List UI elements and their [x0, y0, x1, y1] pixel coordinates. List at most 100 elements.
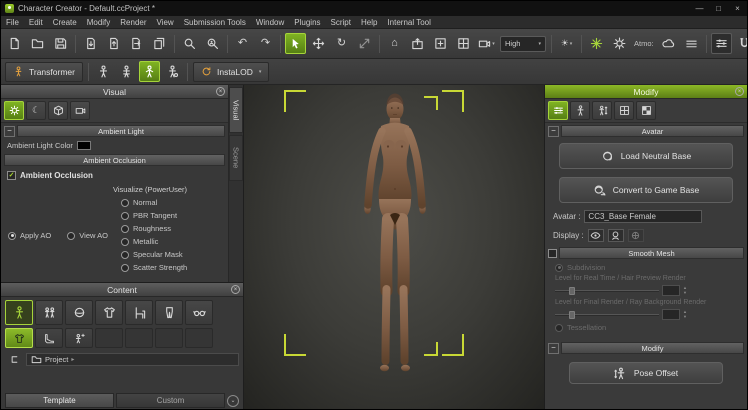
atmo-sky-button[interactable] — [658, 33, 679, 54]
edit-pose-button[interactable] — [139, 61, 160, 82]
visual-effects-button[interactable] — [586, 33, 607, 54]
tab-template[interactable]: Template — [5, 393, 114, 408]
transformer-button[interactable]: Transformer — [5, 62, 83, 82]
menu-item-create[interactable]: Create — [48, 16, 82, 29]
load-neutral-base-button[interactable]: Load Neutral Base — [559, 143, 733, 169]
category-pants-button[interactable] — [155, 300, 183, 325]
convert-to-game-base-button[interactable]: Convert to Game Base — [559, 177, 733, 203]
preference-sliders-button[interactable] — [711, 33, 732, 54]
collapse-minus-icon[interactable]: − — [548, 126, 559, 137]
zoom-to-avatar-button[interactable] — [202, 33, 223, 54]
tab-scene[interactable]: Scene — [229, 135, 243, 181]
content-filter-button[interactable]: ⌄ — [227, 395, 239, 407]
import-content-button[interactable] — [80, 33, 101, 54]
visualize-radio-normal[interactable]: Normal — [121, 198, 187, 207]
menu-item-window[interactable]: Window — [251, 16, 289, 29]
ambient-light-color-swatch[interactable] — [77, 141, 91, 150]
character-pose-button[interactable] — [93, 61, 114, 82]
menu-item-help[interactable]: Help — [356, 16, 382, 29]
move-tool-button[interactable] — [308, 33, 329, 54]
visual-panel-header[interactable]: Visual × — [1, 85, 228, 99]
rotate-tool-button[interactable]: ↻ — [331, 33, 352, 54]
snap-magnet-button[interactable] — [734, 33, 748, 54]
minimize-button[interactable]: — — [690, 1, 709, 16]
category-skin-button[interactable] — [65, 300, 93, 325]
zoom-to-object-button[interactable] — [179, 33, 200, 54]
menu-item-view[interactable]: View — [152, 16, 179, 29]
modify-material-button[interactable] — [636, 101, 656, 120]
ambient-occlusion-checkbox[interactable]: ✓ — [7, 171, 16, 180]
atmosphere-settings-button[interactable] — [609, 33, 630, 54]
viewport-3d[interactable] — [244, 85, 544, 410]
ambient-light-section-bar[interactable]: Ambient Light — [17, 125, 225, 137]
menu-item-render[interactable]: Render — [115, 16, 151, 29]
display-head-toggle[interactable] — [608, 229, 624, 242]
menu-item-edit[interactable]: Edit — [24, 16, 48, 29]
atmo-fog-button[interactable] — [681, 33, 702, 54]
modify-bones-button[interactable] — [570, 101, 590, 120]
scene-props-button[interactable] — [48, 101, 68, 120]
render-settings-button[interactable] — [4, 101, 24, 120]
redo-button[interactable]: ↷ — [255, 33, 276, 54]
smooth-mesh-section-bar[interactable]: Smooth Mesh — [559, 247, 744, 259]
pivot-edit-button[interactable] — [162, 61, 183, 82]
instalod-button[interactable]: InstaLOD ▾ — [193, 62, 269, 82]
content-panel-header[interactable]: Content × — [1, 283, 243, 297]
view-ao-radio[interactable]: View AO — [67, 231, 108, 240]
render-preview-button[interactable]: ▾ — [476, 33, 497, 54]
home-view-button[interactable]: ⌂ — [384, 33, 405, 54]
collapse-minus-icon[interactable]: − — [548, 343, 559, 354]
pack-project-button[interactable] — [149, 33, 170, 54]
edit-mesh-button[interactable] — [116, 61, 137, 82]
content-panel-close-icon[interactable]: × — [231, 285, 240, 294]
category-accessory-button[interactable] — [185, 300, 213, 325]
maximize-button[interactable]: □ — [709, 1, 728, 16]
smooth-mesh-checkbox[interactable] — [548, 249, 557, 258]
preview-lighting-button[interactable]: ☀ ▾ — [556, 33, 577, 54]
subcategory-selected-button[interactable] — [5, 328, 33, 348]
collapse-minus-icon[interactable]: − — [4, 126, 15, 137]
modify-adjust-button[interactable] — [548, 101, 568, 120]
quality-dropdown[interactable]: High ▾ — [500, 36, 546, 52]
menu-item-internal-tool[interactable]: Internal Tool — [382, 16, 435, 29]
menu-item-file[interactable]: File — [1, 16, 24, 29]
visualize-radio-specular-mask[interactable]: Specular Mask — [121, 250, 187, 259]
avatar-name-input[interactable] — [584, 210, 702, 223]
category-cloth-button[interactable] — [95, 300, 123, 325]
apply-ao-radio[interactable]: Apply AO — [8, 231, 51, 240]
breadcrumb[interactable]: Project ▸ — [26, 353, 239, 366]
category-furniture-button[interactable] — [125, 300, 153, 325]
menu-item-plugins[interactable]: Plugins — [289, 16, 325, 29]
zoom-region-button[interactable] — [430, 33, 451, 54]
camera-settings-button[interactable] — [70, 101, 90, 120]
open-project-button[interactable] — [27, 33, 48, 54]
tab-visual[interactable]: Visual — [229, 87, 243, 133]
modify-uv-button[interactable] — [614, 101, 634, 120]
scale-tool-button[interactable] — [354, 33, 375, 54]
save-project-button[interactable] — [50, 33, 71, 54]
visualize-radio-pbr-tangent[interactable]: PBR Tangent — [121, 211, 187, 220]
up-level-button[interactable] — [6, 352, 22, 366]
export-content-button[interactable] — [103, 33, 124, 54]
modify-panel-close-icon[interactable]: × — [735, 87, 744, 96]
close-button[interactable]: × — [728, 1, 747, 16]
select-tool-button[interactable] — [285, 33, 306, 54]
tab-custom[interactable]: Custom — [116, 393, 225, 408]
display-eye-toggle[interactable] — [588, 229, 604, 242]
new-project-button[interactable] — [4, 33, 25, 54]
send-to-iclone-button[interactable] — [126, 33, 147, 54]
modify-proportion-button[interactable] — [592, 101, 612, 120]
menu-item-modify[interactable]: Modify — [82, 16, 116, 29]
menu-item-script[interactable]: Script — [326, 16, 356, 29]
modify-section-bar[interactable]: Modify — [561, 342, 744, 354]
menu-item-submission-tools[interactable]: Submission Tools — [179, 16, 251, 29]
visualize-radio-scatter-strength[interactable]: Scatter Strength — [121, 263, 187, 272]
frame-subject-button[interactable] — [407, 33, 428, 54]
visual-panel-close-icon[interactable]: × — [216, 87, 225, 96]
subcategory-custom-character-button[interactable] — [65, 328, 93, 348]
multi-view-button[interactable] — [453, 33, 474, 54]
pose-offset-button[interactable]: Pose Offset — [569, 362, 723, 384]
shadow-settings-button[interactable]: ☾ — [26, 101, 46, 120]
subcategory-shoes-button[interactable] — [35, 328, 63, 348]
category-avatar-preset-button[interactable] — [35, 300, 63, 325]
